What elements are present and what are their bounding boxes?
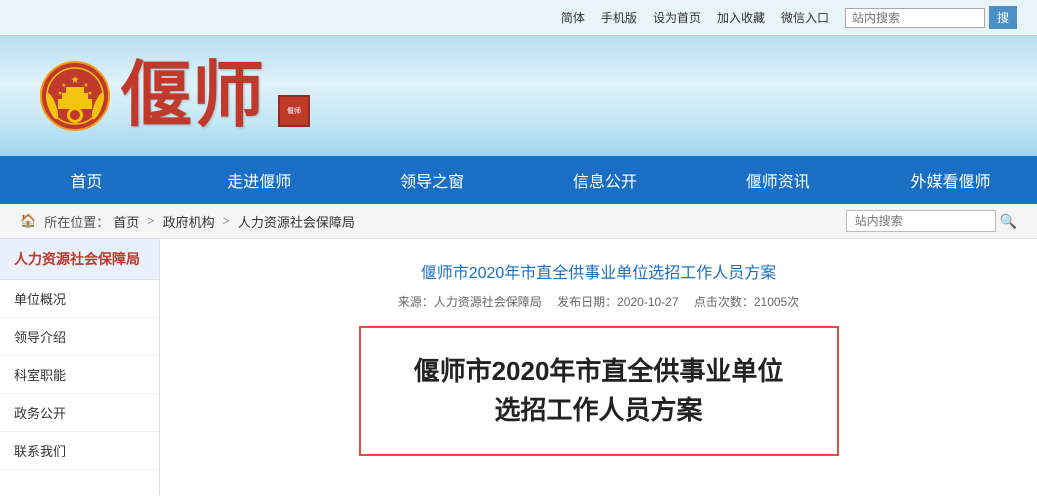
svg-text:★: ★ bbox=[61, 82, 66, 89]
link-wechat[interactable]: 微信入口 bbox=[781, 9, 829, 26]
main-navigation: 首页 走进偃师 领导之窗 信息公开 偃师资讯 外媒看偃师 bbox=[0, 156, 1037, 204]
breadcrumb-search-input[interactable] bbox=[846, 210, 996, 232]
sidebar-item-affairs[interactable]: 政务公开 bbox=[0, 394, 159, 432]
big-title-box: 偃师市2020年市直全供事业单位 选招工作人员方案 bbox=[359, 326, 839, 456]
big-title-text: 偃师市2020年市直全供事业单位 选招工作人员方案 bbox=[381, 352, 817, 430]
nav-news[interactable]: 偃师资讯 bbox=[691, 156, 864, 204]
article-source: 来源：人力资源社会保障局 bbox=[398, 295, 542, 309]
home-icon: 🏠 bbox=[20, 213, 36, 229]
logo-area: ★ ★ ★ ★ ★ 偃师 偃师 bbox=[40, 60, 310, 132]
svg-text:★: ★ bbox=[87, 90, 92, 97]
top-search-button[interactable]: 搜 bbox=[989, 6, 1017, 29]
breadcrumb-left: 🏠 所在位置： 首页 > 政府机构 > 人力资源社会保障局 bbox=[20, 212, 355, 231]
big-title-line1: 偃师市2020年市直全供事业单位 bbox=[414, 356, 784, 386]
sidebar-item-overview[interactable]: 单位概况 bbox=[0, 280, 159, 318]
top-utility-bar: 简体 手机版 设为首页 加入收藏 微信入口 搜 bbox=[0, 0, 1037, 36]
national-emblem: ★ ★ ★ ★ ★ bbox=[40, 61, 110, 131]
sidebar-title: 人力资源社会保障局 bbox=[0, 239, 159, 280]
article-date: 发布日期：2020-10-27 bbox=[557, 295, 678, 309]
link-simplified[interactable]: 简体 bbox=[561, 9, 585, 26]
breadcrumb-bar: 🏠 所在位置： 首页 > 政府机构 > 人力资源社会保障局 🔍 bbox=[0, 204, 1037, 239]
sidebar: 人力资源社会保障局 单位概况 领导介绍 科室职能 政务公开 联系我们 bbox=[0, 239, 160, 495]
article-views: 点击次数：21005次 bbox=[694, 295, 799, 309]
site-seal: 偃师 bbox=[278, 95, 310, 127]
link-bookmark[interactable]: 加入收藏 bbox=[717, 9, 765, 26]
breadcrumb-level1[interactable]: 政府机构 bbox=[163, 212, 215, 231]
search-icon: 🔍 bbox=[1000, 213, 1017, 229]
svg-text:★: ★ bbox=[57, 90, 62, 97]
breadcrumb-sep1: > bbox=[147, 213, 154, 229]
link-mobile[interactable]: 手机版 bbox=[601, 9, 637, 26]
breadcrumb-search-button[interactable]: 🔍 bbox=[1000, 213, 1017, 230]
top-search-row: 搜 bbox=[845, 6, 1017, 29]
nav-media[interactable]: 外媒看偃师 bbox=[864, 156, 1037, 204]
sidebar-item-contact[interactable]: 联系我们 bbox=[0, 432, 159, 470]
top-search-input[interactable] bbox=[845, 8, 985, 28]
breadcrumb-level2[interactable]: 人力资源社会保障局 bbox=[238, 212, 355, 231]
svg-text:★: ★ bbox=[71, 75, 80, 86]
site-title: 偃师 bbox=[120, 60, 264, 132]
nav-leadership[interactable]: 领导之窗 bbox=[346, 156, 519, 204]
svg-text:★: ★ bbox=[83, 82, 88, 89]
sidebar-item-leadership[interactable]: 领导介绍 bbox=[0, 318, 159, 356]
breadcrumb-sep2: > bbox=[223, 213, 230, 229]
site-header: ★ ★ ★ ★ ★ 偃师 偃师 bbox=[0, 36, 1037, 156]
nav-about[interactable]: 走进偃师 bbox=[173, 156, 346, 204]
breadcrumb-home[interactable]: 首页 bbox=[113, 212, 139, 231]
breadcrumb-search: 🔍 bbox=[846, 210, 1017, 232]
main-content: 偃师市2020年市直全供事业单位选招工作人员方案 来源：人力资源社会保障局 发布… bbox=[160, 239, 1037, 495]
article-meta: 来源：人力资源社会保障局 发布日期：2020-10-27 点击次数：21005次 bbox=[190, 293, 1007, 310]
content-area: 人力资源社会保障局 单位概况 领导介绍 科室职能 政务公开 联系我们 偃师市20… bbox=[0, 239, 1037, 495]
article-title[interactable]: 偃师市2020年市直全供事业单位选招工作人员方案 bbox=[190, 259, 1007, 283]
nav-info[interactable]: 信息公开 bbox=[518, 156, 691, 204]
sidebar-item-departments[interactable]: 科室职能 bbox=[0, 356, 159, 394]
nav-home[interactable]: 首页 bbox=[0, 156, 173, 204]
link-set-homepage[interactable]: 设为首页 bbox=[653, 9, 701, 26]
breadcrumb-label: 所在位置： bbox=[44, 212, 109, 231]
big-title-line2: 选招工作人员方案 bbox=[494, 395, 702, 425]
